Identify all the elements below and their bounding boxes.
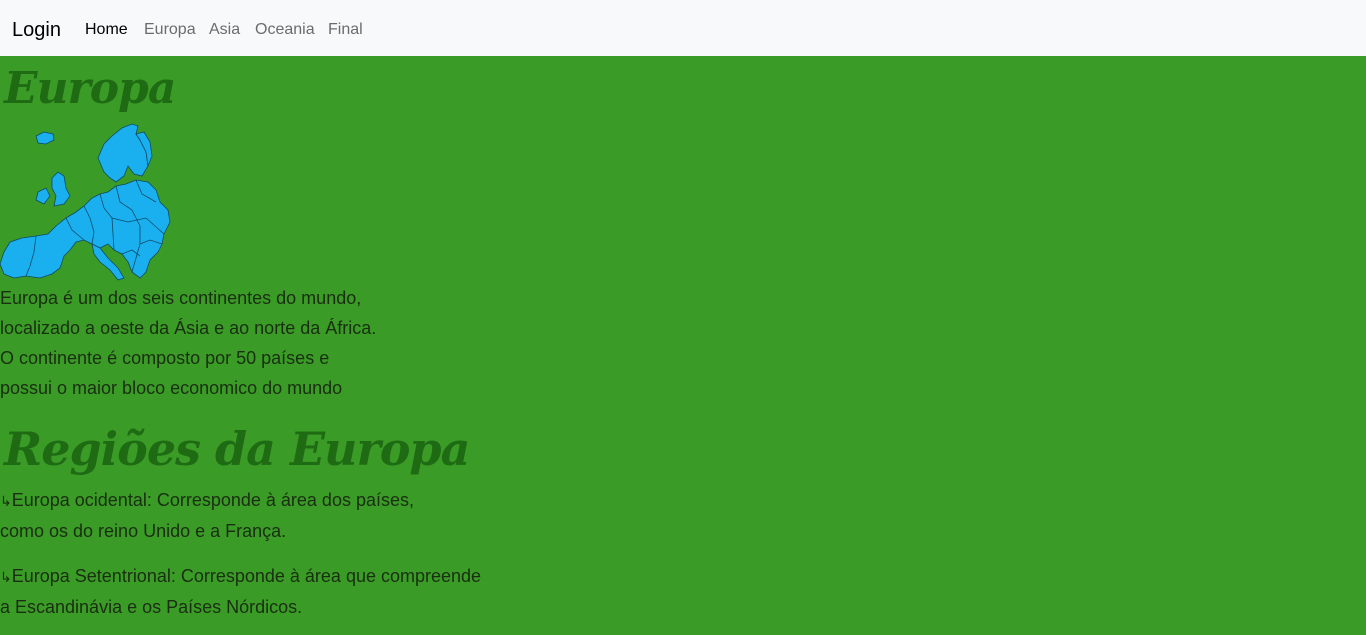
return-arrow-icon: ↳: [0, 569, 12, 585]
nav-link-final[interactable]: Final: [328, 20, 363, 40]
nav-link-home[interactable]: Home: [85, 20, 128, 40]
region-line: como os do reino Unido e a França.: [0, 521, 287, 541]
region-line: a Escandinávia e os Países Nórdicos.: [0, 597, 303, 617]
top-navbar: Login Home Europa Asia Oceania Final: [0, 0, 1366, 56]
region-line: Europa ocidental: Corresponde à área dos…: [11, 490, 414, 510]
nav-link-oceania[interactable]: Oceania: [255, 20, 315, 40]
main-content: Europa Europa é um dos seis continentes …: [0, 56, 1366, 635]
nav-link-asia[interactable]: Asia: [209, 20, 240, 40]
region-item: ↳Europa ocidental: Corresponde à área do…: [0, 485, 414, 546]
regions-title: Regiões da Europa: [4, 422, 470, 476]
intro-line: localizado a oeste da Ásia e ao norte da…: [0, 318, 377, 338]
intro-line: possui o maior bloco economico do mundo: [0, 378, 343, 398]
intro-text: Europa é um dos seis continentes do mund…: [0, 283, 376, 403]
region-item: ↳Europa Setentrional: Corresponde à área…: [0, 561, 481, 622]
return-arrow-icon: ↳: [0, 493, 12, 509]
brand-login-link[interactable]: Login: [12, 17, 61, 43]
intro-line: Europa é um dos seis continentes do mund…: [0, 288, 362, 308]
page-title: Europa: [4, 63, 176, 114]
nav-link-europa[interactable]: Europa: [144, 20, 196, 40]
region-line: Europa Setentrional: Corresponde à área …: [11, 566, 482, 586]
europe-map-icon: [0, 123, 171, 281]
intro-line: O continente é composto por 50 países e: [0, 348, 330, 368]
